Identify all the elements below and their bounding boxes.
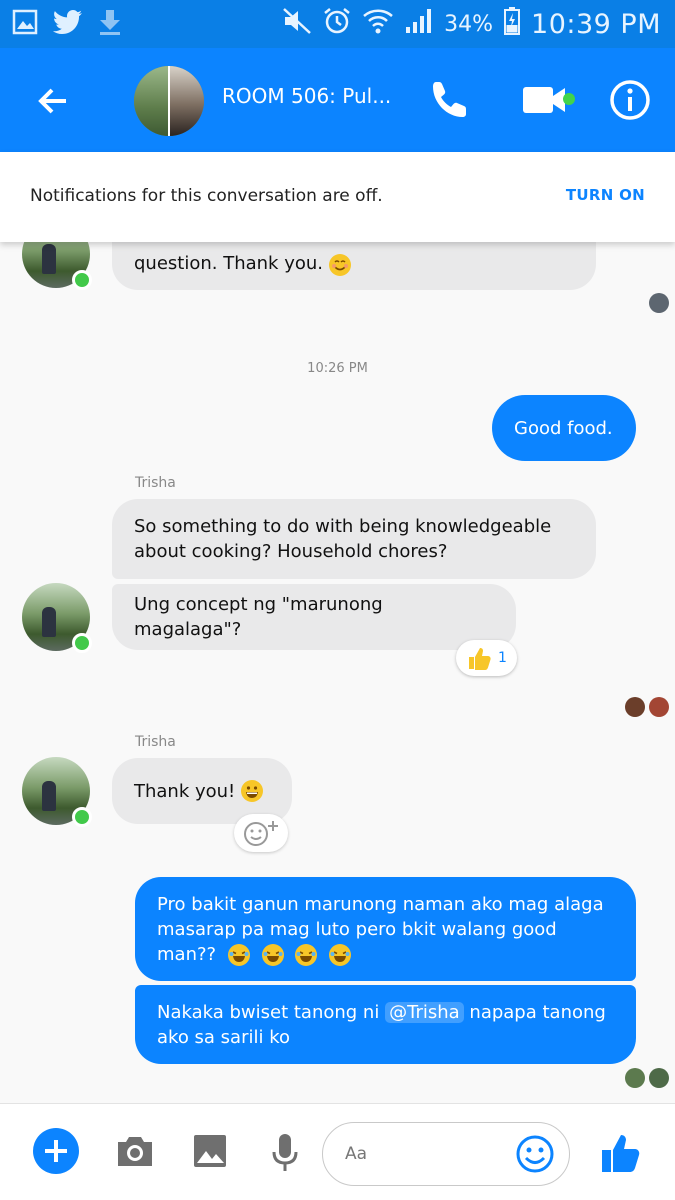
laughing-emoji-icon — [227, 943, 250, 966]
smiley-icon — [516, 1135, 554, 1173]
read-receipt-avatar — [649, 293, 669, 313]
conversation-title[interactable]: ROOM 506: Pul... — [222, 84, 392, 116]
plus-icon — [45, 1140, 67, 1162]
message-text: So something to do with being knowledgea… — [134, 516, 552, 562]
gallery-button[interactable] — [192, 1132, 228, 1170]
mute-icon — [282, 7, 312, 41]
twitter-icon — [52, 9, 84, 39]
thumbs-up-icon — [602, 1135, 640, 1172]
info-icon — [610, 80, 650, 120]
microphone-icon — [272, 1134, 298, 1171]
message-timestamp: 10:26 PM — [307, 361, 368, 376]
more-actions-button[interactable] — [33, 1128, 79, 1174]
voice-call-button[interactable] — [428, 78, 472, 122]
message-bubble-received[interactable]: So something to do with being knowledgea… — [112, 499, 596, 579]
message-text: question. Thank you. — [134, 253, 323, 274]
status-bar-right: 34% 10:39 PM — [282, 0, 661, 48]
read-receipt-avatar — [649, 1068, 669, 1088]
smile-emoji-icon — [329, 254, 351, 276]
sender-name: Trisha — [135, 475, 176, 491]
battery-percent: 34% — [444, 11, 494, 37]
input-placeholder: Aa — [345, 1144, 368, 1164]
read-receipt-avatar — [625, 1068, 645, 1088]
thumbs-up-emoji-icon — [469, 648, 491, 670]
wifi-icon — [362, 7, 394, 41]
alarm-icon — [322, 6, 352, 42]
add-reaction-icon — [244, 821, 278, 846]
user-mention[interactable]: @Trisha — [385, 1001, 464, 1023]
sender-avatar[interactable] — [22, 583, 92, 653]
signal-icon — [404, 7, 434, 41]
message-reaction[interactable]: 1 — [456, 640, 517, 676]
message-text: Pro bakit ganun marunong naman ako mag a… — [157, 892, 614, 967]
back-arrow-icon — [38, 88, 66, 114]
message-text: Ung concept ng "marunong magalaga"? — [134, 594, 383, 640]
online-indicator — [72, 633, 92, 653]
avatar-divider — [168, 66, 170, 136]
laughing-emoji-icon — [295, 943, 318, 966]
avatar-figure — [42, 607, 56, 637]
message-bubble-sent[interactable]: Nakaka bwiset tanong ni @Trisha napapa t… — [135, 985, 636, 1064]
camera-icon — [118, 1137, 152, 1166]
member-photo — [169, 66, 204, 136]
message-bubble-sent[interactable]: Pro bakit ganun marunong naman ako mag a… — [135, 877, 636, 981]
laughing-emoji-icon — [329, 943, 352, 966]
online-indicator — [72, 270, 92, 290]
sender-avatar[interactable] — [22, 757, 92, 827]
message-composer: Aa — [0, 1103, 675, 1200]
emoji-button[interactable] — [515, 1134, 555, 1174]
message-text: Good food. — [514, 417, 613, 439]
message-text: Nakaka bwiset tanong ni @Trisha napapa t… — [157, 1000, 614, 1050]
conversation-header: ROOM 506: Pul... — [0, 48, 675, 152]
laughing-emoji-icon — [261, 943, 284, 966]
reaction-count: 1 — [498, 650, 507, 666]
status-bar: 34% 10:39 PM — [0, 0, 675, 48]
image-icon — [194, 1135, 226, 1167]
video-active-dot — [563, 93, 575, 105]
member-photo — [134, 66, 169, 136]
read-receipt-avatar — [625, 697, 645, 717]
camera-button[interactable] — [114, 1132, 156, 1170]
battery-icon — [503, 6, 521, 42]
download-icon — [98, 8, 122, 40]
turn-on-button[interactable]: TURN ON — [566, 186, 645, 204]
message-bubble-sent[interactable]: Good food. — [492, 395, 636, 461]
microphone-button[interactable] — [270, 1132, 300, 1174]
add-reaction-button[interactable] — [234, 814, 288, 852]
notification-text: Notifications for this conversation are … — [30, 186, 383, 206]
message-text-prefix: Nakaka bwiset tanong ni — [157, 1001, 380, 1023]
message-bubble-received[interactable]: Ung concept ng "marunong magalaga"? — [112, 584, 516, 650]
group-avatar[interactable] — [134, 66, 204, 136]
clock: 10:39 PM — [531, 8, 661, 40]
like-button[interactable] — [600, 1130, 644, 1176]
read-receipt-avatar — [649, 697, 669, 717]
sender-name: Trisha — [135, 734, 176, 750]
avatar-figure — [42, 244, 56, 274]
message-text-body: Pro bakit ganun marunong naman ako mag a… — [157, 893, 604, 965]
grinning-emoji-icon — [241, 780, 264, 802]
phone-icon — [433, 82, 466, 117]
back-button[interactable] — [30, 78, 76, 124]
avatar-figure — [42, 781, 56, 811]
notification-banner: Notifications for this conversation are … — [0, 152, 675, 242]
info-button[interactable] — [608, 78, 652, 122]
gallery-icon — [12, 9, 38, 39]
message-text: Thank you! — [134, 780, 236, 802]
status-bar-left — [12, 0, 122, 48]
online-indicator — [72, 807, 92, 827]
